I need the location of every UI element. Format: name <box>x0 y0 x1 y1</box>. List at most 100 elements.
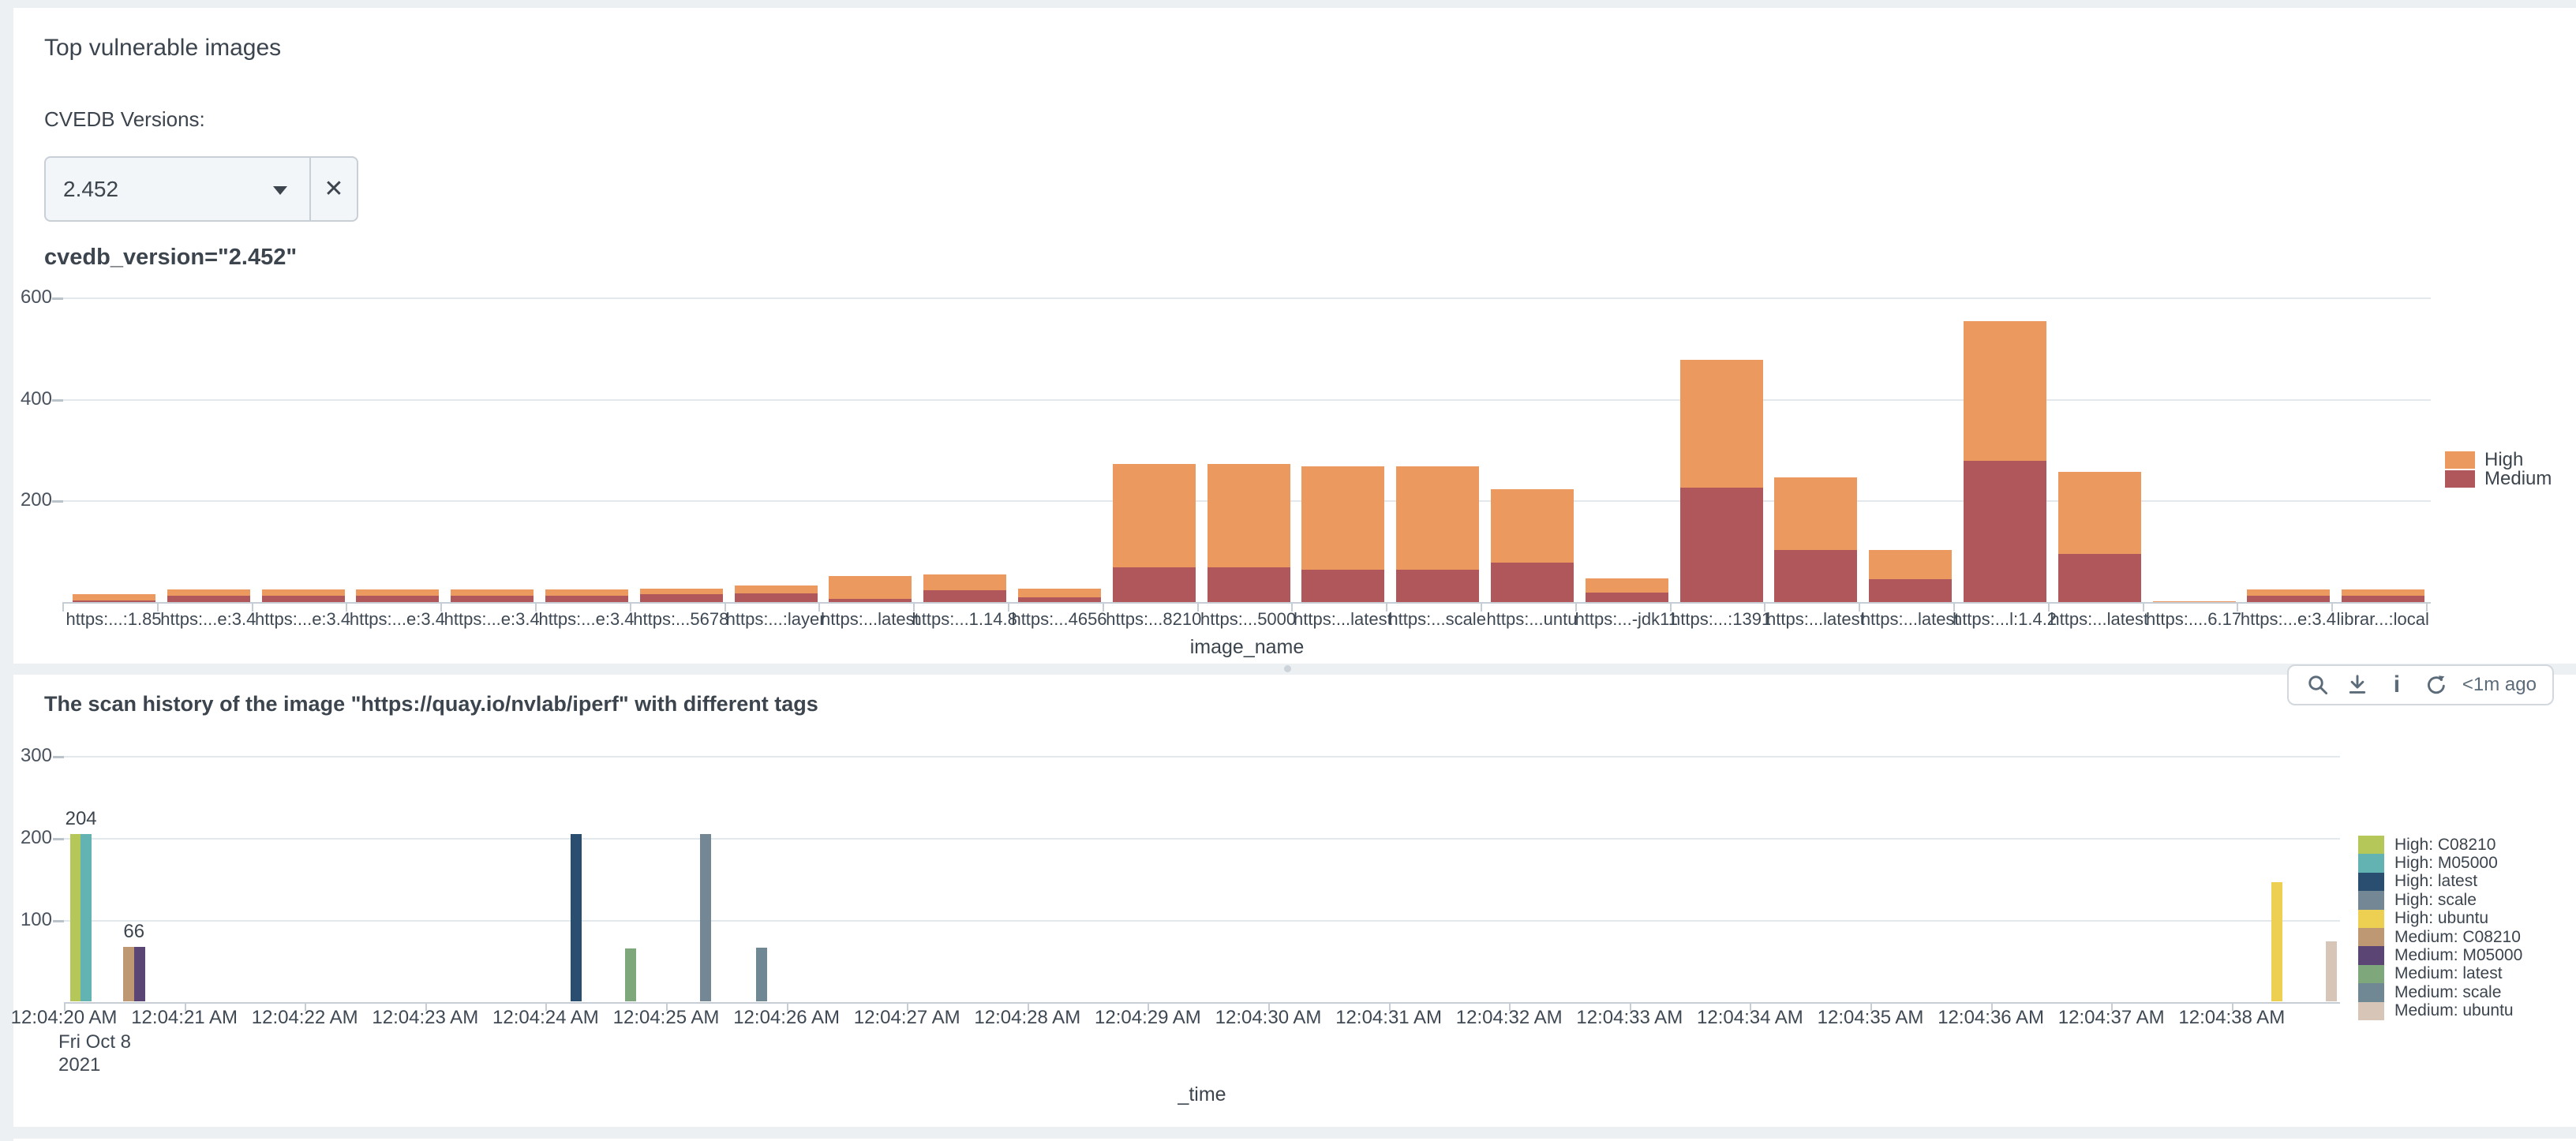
bar-high-ubuntu[interactable] <box>2271 882 2283 1001</box>
x-axis-category-label: https:...:1.85 <box>66 609 162 629</box>
legend-item[interactable]: Medium: M05000 <box>2358 946 2523 965</box>
bar-medium-m05000[interactable] <box>133 947 145 1001</box>
bar-high[interactable] <box>1774 477 1858 551</box>
x-axis-time-label: 12:04:35 AM <box>1817 1007 1924 1028</box>
info-icon[interactable]: i <box>2383 672 2410 698</box>
gridline-100 <box>64 920 2340 922</box>
search-icon[interactable] <box>2305 672 2331 698</box>
bar-high[interactable] <box>2057 471 2141 554</box>
legend-item[interactable]: High: latest <box>2358 872 2522 892</box>
x-axis-date-line2: 2021 <box>58 1054 101 1076</box>
legend-swatch <box>2358 854 2384 873</box>
x-axis-category-label: https:...:layer <box>725 609 826 629</box>
x-axis-category-label: https:...untu <box>1486 609 1578 629</box>
bar-high[interactable] <box>1964 321 2046 461</box>
bar-high-latest[interactable] <box>571 833 582 1001</box>
bar-medium[interactable] <box>1964 460 2046 602</box>
bar-medium[interactable] <box>1396 569 1480 602</box>
bar-medium[interactable] <box>2057 553 2141 602</box>
bar-medium[interactable] <box>1301 569 1385 602</box>
bar-high[interactable] <box>734 585 818 594</box>
x-axis-time-label: 12:04:29 AM <box>1095 1007 1201 1028</box>
x-axis-category-label: https:...4656 <box>1011 609 1107 629</box>
x-axis-category-label: https:...e:3.4 <box>160 609 256 629</box>
bar-medium[interactable] <box>1207 567 1290 602</box>
bar-medium[interactable] <box>167 595 250 602</box>
legend-item[interactable]: Medium: latest <box>2358 964 2522 984</box>
legend-label: Medium: M05000 <box>2394 946 2523 965</box>
x-axis-time-label: 12:04:20 AM <box>10 1007 118 1028</box>
bar-high[interactable] <box>1679 360 1763 488</box>
x-axis-title: _time <box>1178 1083 1226 1105</box>
y-axis-label: 600 <box>20 286 52 309</box>
bar-high[interactable] <box>639 588 723 595</box>
bar-medium[interactable] <box>451 595 534 602</box>
bar-high[interactable] <box>545 589 628 596</box>
bar-medium-c08210[interactable] <box>122 947 134 1001</box>
bar-medium-ubuntu[interactable] <box>2325 941 2337 1001</box>
legend-item[interactable]: Medium <box>2445 469 2552 488</box>
bar-high-m05000[interactable] <box>80 833 92 1001</box>
bar-medium[interactable] <box>1869 579 1953 602</box>
x-axis-time-label: 12:04:38 AM <box>2178 1007 2286 1028</box>
legend-swatch <box>2358 946 2384 965</box>
bar-high-scale[interactable] <box>699 833 711 1001</box>
legend-item[interactable]: Medium: C08210 <box>2358 928 2522 947</box>
bar-high[interactable] <box>1396 466 1480 570</box>
bar-medium[interactable] <box>1679 488 1763 602</box>
axis-tick-stub <box>52 500 63 503</box>
bar-high[interactable] <box>1207 464 1290 568</box>
bar-medium[interactable] <box>2247 596 2331 602</box>
bar-medium[interactable] <box>1774 550 1858 602</box>
bar-medium[interactable] <box>639 594 723 602</box>
bar-high-c08210[interactable] <box>69 833 81 1001</box>
legend-item[interactable]: High: ubuntu <box>2358 909 2522 928</box>
bar-medium-scale[interactable] <box>756 948 768 1001</box>
bar-high[interactable] <box>2247 589 2331 597</box>
bar-medium[interactable] <box>545 595 628 602</box>
bar-high[interactable] <box>261 589 345 596</box>
bar-medium[interactable] <box>261 595 345 602</box>
bar-high[interactable] <box>1491 489 1574 563</box>
bar-medium-latest[interactable] <box>625 948 637 1001</box>
bar-high[interactable] <box>451 589 534 596</box>
bar-medium[interactable] <box>356 595 440 602</box>
download-icon[interactable] <box>2344 672 2371 698</box>
x-axis-category-label: https:...latest <box>1294 609 1392 629</box>
bar-high[interactable] <box>1869 550 1953 580</box>
bar-medium[interactable] <box>1112 567 1196 602</box>
bar-high[interactable] <box>1018 588 1101 597</box>
bar-medium[interactable] <box>923 589 1007 602</box>
y-axis-label: 100 <box>20 909 52 930</box>
bar-high[interactable] <box>356 589 440 596</box>
x-axis-time-label: 12:04:27 AM <box>853 1007 960 1028</box>
bar-high[interactable] <box>1112 464 1196 568</box>
bar-high[interactable] <box>829 576 912 600</box>
x-axis-date-line1: Fri Oct 8 <box>58 1031 132 1053</box>
bar-high[interactable] <box>923 574 1007 590</box>
x-axis-category-label: https:...e:3.4 <box>444 609 540 629</box>
refresh-icon[interactable] <box>2423 672 2450 698</box>
gridline-200 <box>64 838 2340 840</box>
bar-medium[interactable] <box>1491 563 1574 602</box>
legend-label: Medium: scale <box>2394 982 2502 1001</box>
legend-item[interactable]: High: M05000 <box>2358 854 2522 873</box>
x-axis-line <box>64 1002 2340 1004</box>
bar-medium[interactable] <box>1585 593 1668 602</box>
legend-swatch <box>2358 891 2384 910</box>
bar-high[interactable] <box>2342 589 2425 597</box>
bar-high[interactable] <box>73 593 155 601</box>
bar-medium[interactable] <box>734 593 818 602</box>
bar-medium[interactable] <box>2342 596 2425 602</box>
axis-tick-stub <box>53 756 64 758</box>
x-axis-category-label: https:...5678 <box>633 609 729 629</box>
bar-high[interactable] <box>167 589 250 596</box>
legend-item[interactable]: High: scale <box>2358 891 2522 910</box>
gridline-300 <box>64 756 2340 758</box>
bar-high[interactable] <box>1301 466 1385 570</box>
legend-item[interactable]: Medium: scale <box>2358 982 2522 1002</box>
legend-item[interactable]: High <box>2445 451 2552 469</box>
legend-item[interactable]: Medium: ubuntu <box>2358 1001 2522 1020</box>
bar-high[interactable] <box>1585 578 1668 593</box>
legend-item[interactable]: High: C08210 <box>2358 836 2522 855</box>
